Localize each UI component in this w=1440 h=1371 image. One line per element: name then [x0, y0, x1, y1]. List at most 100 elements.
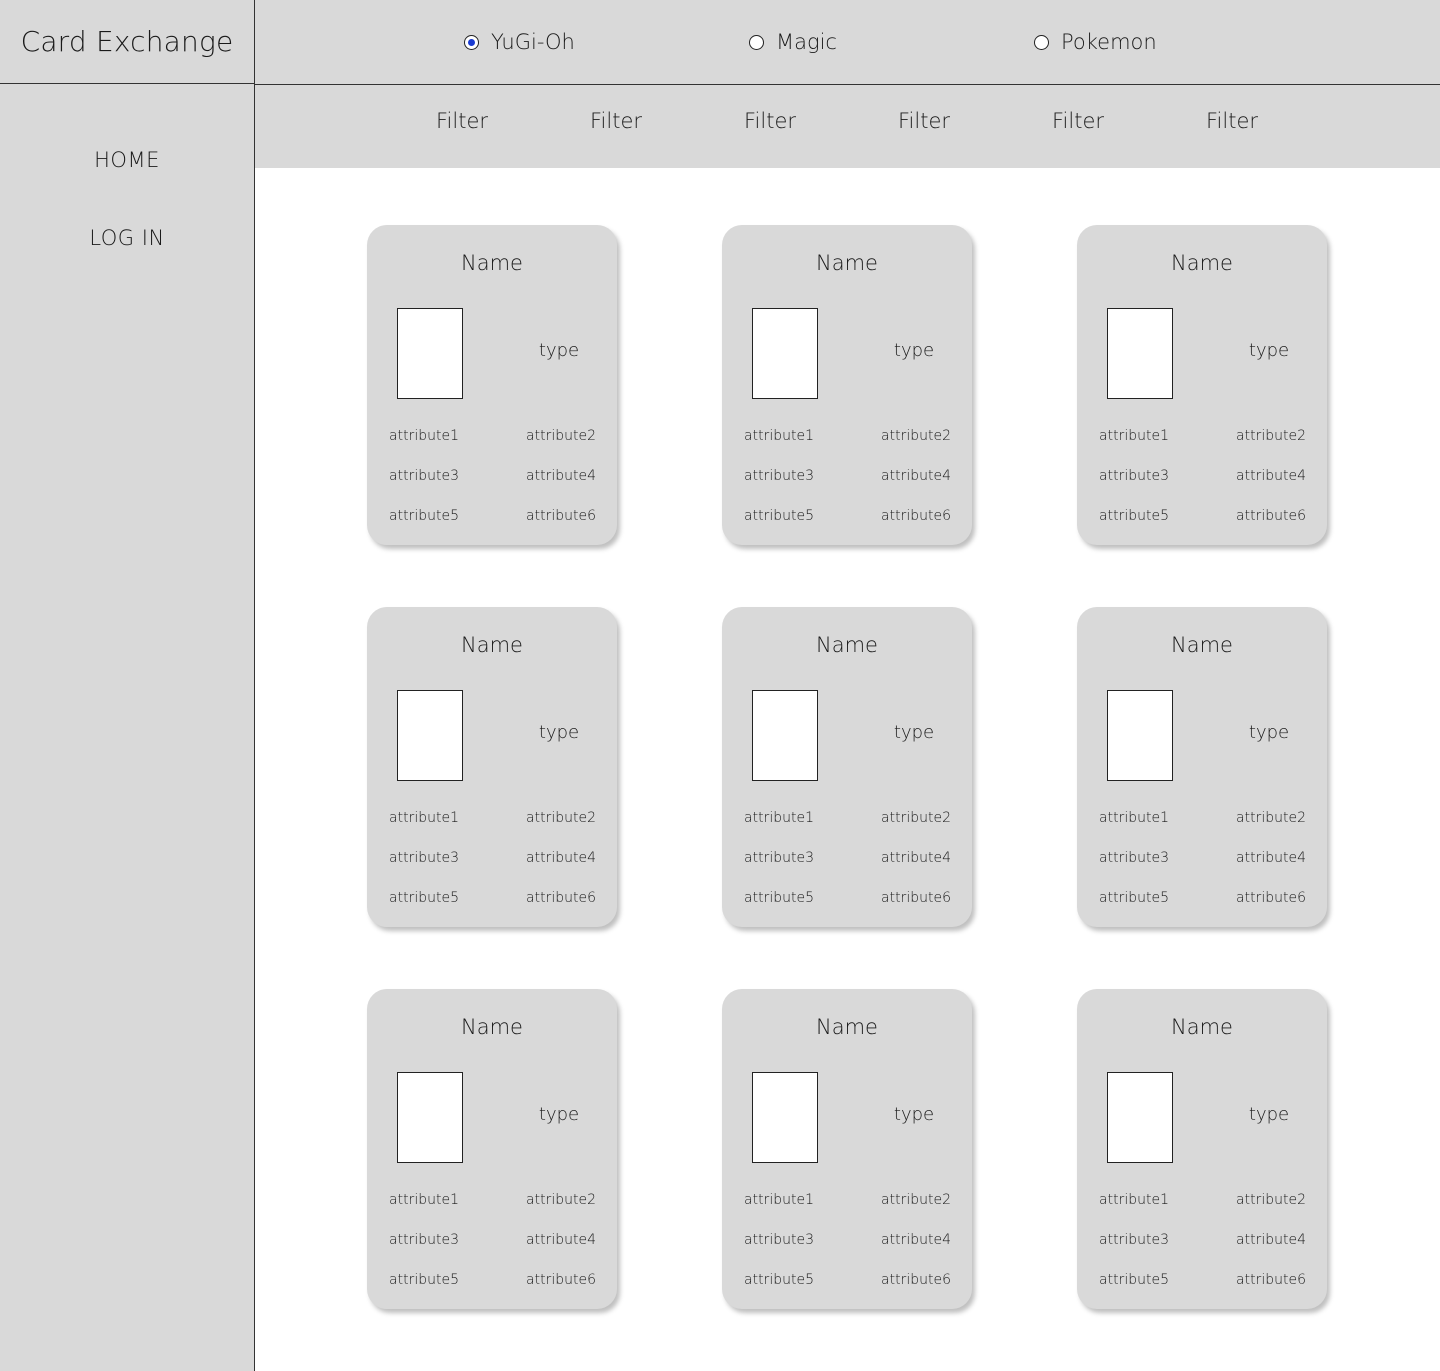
card-name: Name — [816, 1015, 878, 1039]
card[interactable]: Name type attribute1 attribute2 attribute3 at… — [1077, 225, 1327, 545]
card-attribute: attribute6 — [881, 890, 951, 906]
card-attribute: attribute2 — [526, 810, 596, 826]
card-attribute: attribute1 — [744, 810, 814, 826]
sidebar: Card Exchange HOME LOG IN — [0, 0, 255, 1371]
card-attribute: attribute2 — [1236, 810, 1306, 826]
card-attribute: attribute4 — [1236, 468, 1306, 484]
filter-button-3[interactable]: Filter — [720, 109, 820, 133]
card-attribute: attribute6 — [1236, 1272, 1306, 1288]
card-attribute: attribute4 — [526, 850, 596, 866]
nav-login-link[interactable]: LOG IN — [0, 226, 254, 250]
card[interactable]: Name type attribute1 attribute2 attribute3 at… — [367, 225, 617, 545]
card-image-placeholder — [1107, 308, 1173, 399]
nav-home-link[interactable]: HOME — [0, 148, 254, 172]
card-attribute: attribute4 — [881, 468, 951, 484]
card[interactable]: Name type attribute1 attribute2 attribute3 at… — [367, 607, 617, 927]
filter-button-5[interactable]: Filter — [1028, 109, 1128, 133]
card-attribute: attribute1 — [744, 1192, 814, 1208]
card-name: Name — [461, 251, 523, 275]
card-name: Name — [816, 633, 878, 657]
radio-unchecked-icon[interactable] — [1034, 34, 1049, 50]
filter-bar: Filter Filter Filter Filter Filter Filte… — [255, 85, 1440, 168]
card-attribute: attribute5 — [389, 890, 459, 906]
card-type: type — [538, 722, 580, 743]
card-attribute: attribute3 — [744, 850, 814, 866]
card-type: type — [1248, 722, 1290, 743]
card-attribute: attribute2 — [881, 428, 951, 444]
card-attribute: attribute6 — [1236, 890, 1306, 906]
card-type: type — [538, 1104, 580, 1125]
card-name: Name — [1171, 633, 1233, 657]
card-image-placeholder — [397, 1072, 463, 1163]
card-attribute: attribute3 — [744, 468, 814, 484]
radio-checked-icon[interactable] — [464, 34, 479, 50]
card[interactable]: Name type attribute1 attribute2 attribute3 at… — [722, 225, 972, 545]
card-image-placeholder — [397, 308, 463, 399]
filter-button-4[interactable]: Filter — [874, 109, 974, 133]
card-attribute: attribute5 — [1099, 1272, 1169, 1288]
radio-pokemon[interactable]: Pokemon — [1034, 28, 1157, 56]
card-attribute: attribute4 — [1236, 850, 1306, 866]
card-attribute: attribute4 — [881, 1232, 951, 1248]
card-attribute: attribute3 — [1099, 1232, 1169, 1248]
card-image-placeholder — [752, 1072, 818, 1163]
card[interactable]: Name type attribute1 attribute2 attribute3 at… — [722, 607, 972, 927]
card-attribute: attribute1 — [1099, 1192, 1169, 1208]
card-attribute: attribute1 — [389, 428, 459, 444]
card-attribute: attribute2 — [881, 810, 951, 826]
card-attribute: attribute6 — [526, 1272, 596, 1288]
card[interactable]: Name type attribute1 attribute2 attribute3 at… — [1077, 989, 1327, 1309]
card-attribute: attribute1 — [1099, 810, 1169, 826]
card-name: Name — [461, 633, 523, 657]
card-attribute: attribute4 — [1236, 1232, 1306, 1248]
card[interactable]: Name type attribute1 attribute2 attribute3 at… — [722, 989, 972, 1309]
card-attribute: attribute2 — [1236, 1192, 1306, 1208]
card-name: Name — [461, 1015, 523, 1039]
card-attribute: attribute5 — [744, 1272, 814, 1288]
card-name: Name — [816, 251, 878, 275]
card-attribute: attribute5 — [1099, 890, 1169, 906]
card-attribute: attribute3 — [744, 1232, 814, 1248]
card-attribute: attribute4 — [881, 850, 951, 866]
radio-label: YuGi-Oh — [491, 30, 575, 54]
card-attribute: attribute3 — [389, 1232, 459, 1248]
card-attribute: attribute6 — [526, 508, 596, 524]
card-attribute: attribute1 — [1099, 428, 1169, 444]
card-attribute: attribute4 — [526, 468, 596, 484]
card-attribute: attribute2 — [526, 428, 596, 444]
filter-button-2[interactable]: Filter — [566, 109, 666, 133]
radio-unchecked-icon[interactable] — [749, 34, 764, 50]
radio-label: Magic — [776, 30, 837, 54]
card-type: type — [1248, 1104, 1290, 1125]
card-image-placeholder — [752, 690, 818, 781]
card-attribute: attribute6 — [881, 1272, 951, 1288]
card-type: type — [538, 340, 580, 361]
radio-magic[interactable]: Magic — [749, 28, 837, 56]
card-type: type — [1248, 340, 1290, 361]
card-attribute: attribute3 — [389, 850, 459, 866]
card[interactable]: Name type attribute1 attribute2 attribute3 at… — [367, 989, 617, 1309]
card-attribute: attribute2 — [526, 1192, 596, 1208]
filter-button-1[interactable]: Filter — [412, 109, 512, 133]
radio-yugioh[interactable]: YuGi-Oh — [464, 28, 575, 56]
card-attribute: attribute5 — [389, 1272, 459, 1288]
card-attribute: attribute3 — [1099, 468, 1169, 484]
card-attribute: attribute5 — [1099, 508, 1169, 524]
card-attribute: attribute2 — [881, 1192, 951, 1208]
card-image-placeholder — [397, 690, 463, 781]
card-name: Name — [1171, 1015, 1233, 1039]
card-attribute: attribute1 — [389, 1192, 459, 1208]
card-image-placeholder — [1107, 1072, 1173, 1163]
card-image-placeholder — [1107, 690, 1173, 781]
radio-label: Pokemon — [1061, 30, 1157, 54]
game-selector-bar: YuGi-Oh Magic Pokemon — [255, 0, 1440, 85]
filter-button-6[interactable]: Filter — [1182, 109, 1282, 133]
card-type: type — [893, 722, 935, 743]
card-name: Name — [1171, 251, 1233, 275]
card-attribute: attribute6 — [1236, 508, 1306, 524]
card-attribute: attribute6 — [526, 890, 596, 906]
card-attribute: attribute1 — [744, 428, 814, 444]
card[interactable]: Name type attribute1 attribute2 attribute3 at… — [1077, 607, 1327, 927]
card-attribute: attribute3 — [389, 468, 459, 484]
card-attribute: attribute2 — [1236, 428, 1306, 444]
